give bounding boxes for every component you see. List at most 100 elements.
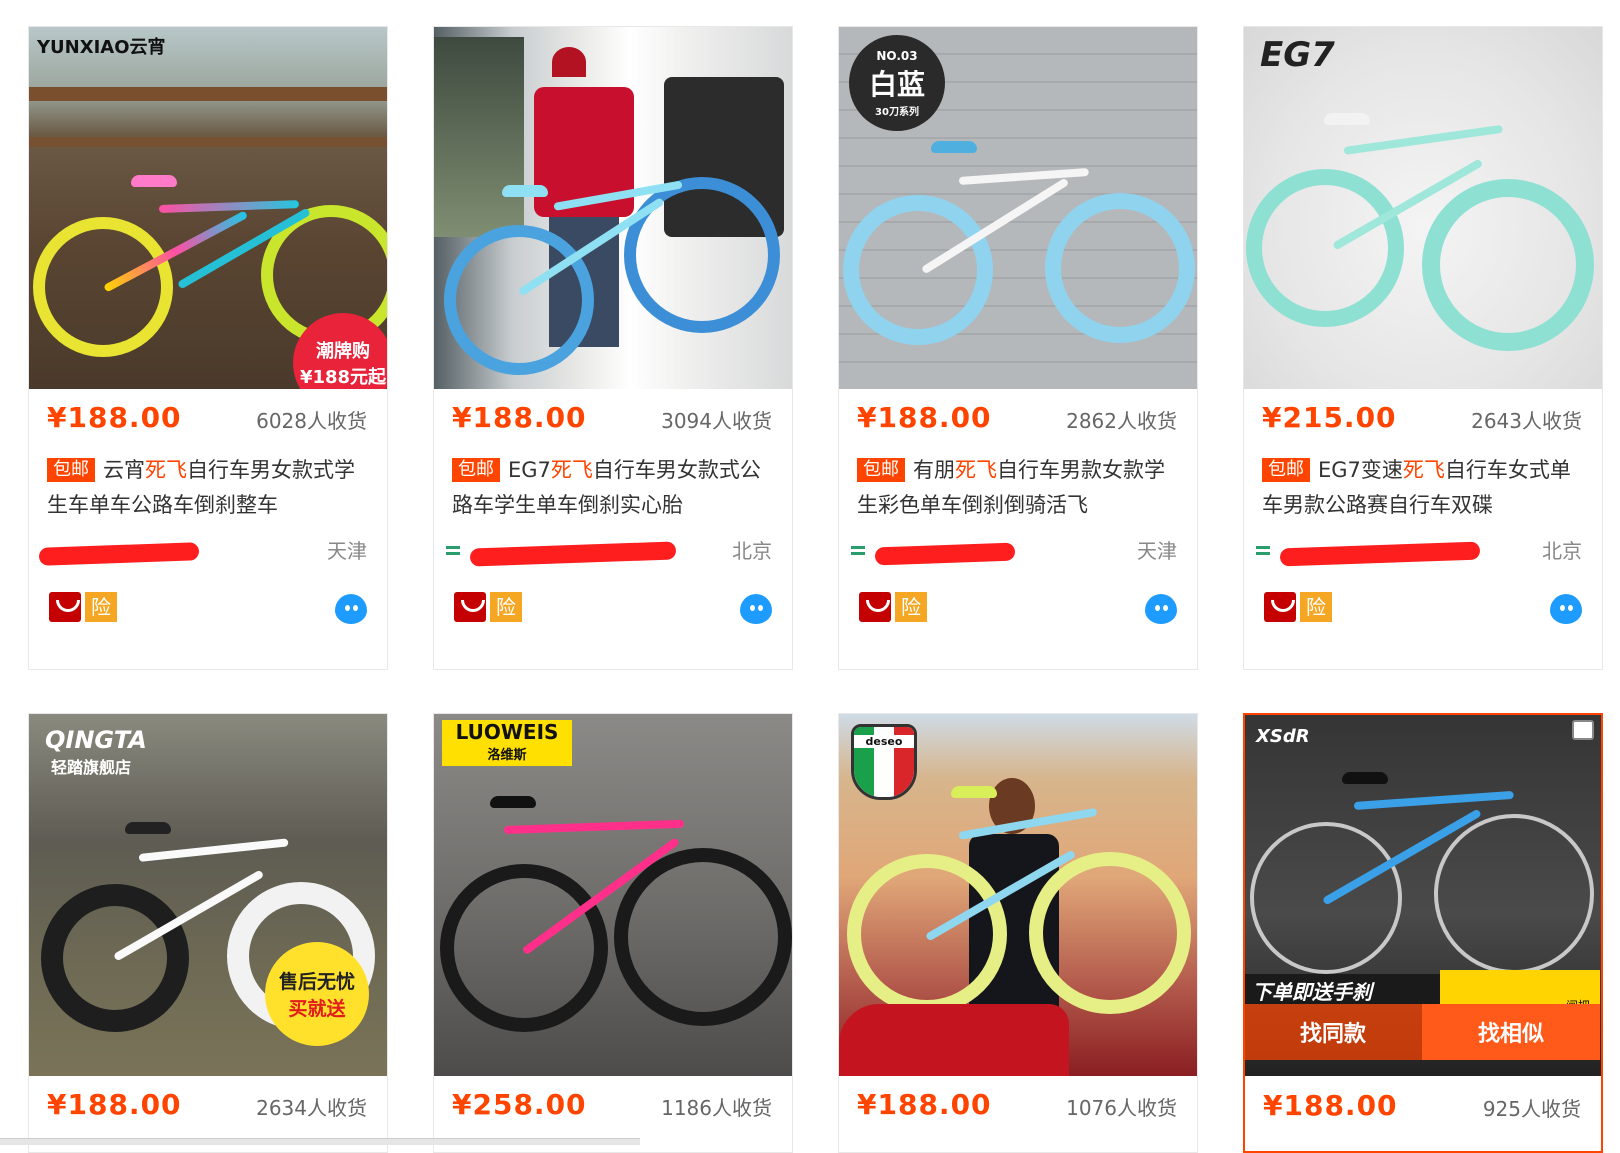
price: ¥188.00 bbox=[857, 1088, 992, 1121]
product-image[interactable]: deseo bbox=[839, 714, 1197, 1076]
wangwang-chat-icon[interactable] bbox=[335, 594, 367, 624]
brand-shield: deseo bbox=[851, 724, 917, 800]
free-shipping-tag: 包邮 bbox=[47, 458, 95, 482]
redaction-scribble bbox=[1279, 541, 1481, 567]
brand-logo: deseo bbox=[854, 735, 914, 748]
product-title[interactable]: 包邮 EG7变速死飞自行车女式单车男款公路赛自行车双碟 bbox=[1262, 453, 1586, 523]
product-image[interactable]: YUNXIAO云宵 潮牌购 ¥188元起 bbox=[29, 27, 387, 389]
shop-name[interactable] bbox=[1250, 533, 1481, 567]
tmall-icon[interactable] bbox=[49, 592, 81, 622]
brand-subtitle: 轻踏旗舰店 bbox=[51, 758, 132, 777]
sales-count: 6028人收货 bbox=[256, 409, 367, 433]
price: ¥215.00 bbox=[1262, 401, 1397, 434]
frame-tube bbox=[503, 819, 685, 834]
wangwang-chat-icon[interactable] bbox=[740, 594, 772, 624]
product-title[interactable]: 包邮 EG7死飞自行车男女款式公路车学生单车倒刹实心胎 bbox=[452, 453, 776, 523]
front-wheel bbox=[843, 195, 993, 345]
price: ¥188.00 bbox=[1263, 1089, 1398, 1122]
wangwang-chat-icon[interactable] bbox=[1145, 594, 1177, 624]
compare-icon[interactable] bbox=[1572, 720, 1594, 740]
insurance-icon[interactable]: 险 bbox=[85, 592, 117, 622]
bike-seat bbox=[131, 175, 177, 187]
frame-tube bbox=[1353, 790, 1514, 810]
rear-wheel bbox=[1029, 852, 1191, 1014]
product-card-hovered[interactable]: XSdR 下单即送手刹 闸把 找同款 找相似 ¥188.00 925人收货 bbox=[1243, 713, 1603, 1153]
sales-count: 2643人收货 bbox=[1471, 409, 1582, 433]
price: ¥188.00 bbox=[857, 401, 992, 434]
front-wheel bbox=[33, 217, 173, 357]
tmall-icon[interactable] bbox=[454, 592, 486, 622]
insurance-icon[interactable]: 险 bbox=[490, 592, 522, 622]
shop-name[interactable] bbox=[440, 533, 677, 567]
product-image[interactable]: NO.03 白蓝 30刀系列 bbox=[839, 27, 1197, 389]
brand-subtitle: 洛维斯 bbox=[487, 748, 527, 763]
shop-window bbox=[434, 37, 524, 237]
hover-action-bar: 找同款 找相似 bbox=[1245, 1004, 1600, 1060]
product-card[interactable]: ¥188.00 3094人收货 包邮 EG7死飞自行车男女款式公路车学生单车倒刹实… bbox=[433, 26, 793, 670]
rear-wheel bbox=[1434, 814, 1594, 974]
free-shipping-tag: 包邮 bbox=[452, 458, 500, 482]
price: ¥188.00 bbox=[47, 401, 182, 434]
price: ¥188.00 bbox=[47, 1088, 182, 1121]
frame-tube bbox=[158, 200, 300, 213]
bike-seat bbox=[1324, 113, 1370, 125]
brand-logo: XSdR bbox=[1256, 726, 1310, 747]
sales-count: 2634人收货 bbox=[256, 1096, 367, 1120]
rear-wheel bbox=[624, 177, 780, 333]
wangwang-chat-icon[interactable] bbox=[1550, 594, 1582, 624]
bike-seat bbox=[502, 185, 548, 197]
sales-count: 1186人收货 bbox=[661, 1096, 772, 1120]
brand-logo: LUOWEIS bbox=[455, 720, 559, 744]
tmall-icon[interactable] bbox=[1264, 592, 1296, 622]
product-image[interactable]: LUOWEIS 洛维斯 bbox=[434, 714, 792, 1076]
product-card[interactable]: NO.03 白蓝 30刀系列 ¥188.00 2862人收货 包邮 有朋死飞自行车… bbox=[838, 26, 1198, 670]
bike-seat bbox=[951, 786, 997, 798]
product-card[interactable]: EG7 ¥215.00 2643人收货 包邮 EG7变速死飞自行车女式单车男款公路… bbox=[1243, 26, 1603, 670]
location: 北京 bbox=[732, 539, 772, 563]
person-cap bbox=[552, 47, 586, 77]
product-card[interactable]: YUNXIAO云宵 潮牌购 ¥188元起 ¥188.00 6028人收货 包邮云… bbox=[28, 26, 388, 670]
bike-seat bbox=[1342, 772, 1388, 784]
redaction-scribble bbox=[38, 542, 200, 566]
find-similar-button[interactable]: 找相似 bbox=[1422, 1004, 1600, 1060]
frame-tube bbox=[1343, 124, 1503, 155]
front-wheel bbox=[444, 225, 594, 375]
product-card[interactable]: LUOWEIS 洛维斯 ¥258.00 1186人收货 bbox=[433, 713, 793, 1153]
product-title[interactable]: 包邮 有朋死飞自行车男款女款学生彩色单车倒刹倒骑活飞 bbox=[857, 453, 1181, 523]
railing bbox=[29, 87, 387, 101]
product-card[interactable]: QINGTA 轻踏旗舰店 售后无忧 买就送 ¥188.00 2634人收货 bbox=[28, 713, 388, 1153]
find-same-button[interactable]: 找同款 bbox=[1245, 1004, 1422, 1060]
brand-logo: YUNXIAO云宵 bbox=[37, 37, 166, 58]
rear-wheel bbox=[1045, 193, 1195, 343]
location: 北京 bbox=[1542, 539, 1582, 563]
product-title[interactable]: 包邮 云宵死飞自行车男女款式学生车单车公路车倒刹整车 bbox=[47, 453, 371, 523]
brand-plate: LUOWEIS 洛维斯 bbox=[442, 720, 572, 766]
insurance-icon[interactable]: 险 bbox=[895, 592, 927, 622]
insurance-icon[interactable]: 险 bbox=[1300, 592, 1332, 622]
rear-wheel bbox=[614, 848, 792, 1026]
product-image[interactable] bbox=[434, 27, 792, 389]
product-image[interactable]: EG7 bbox=[1244, 27, 1602, 389]
series-badge: NO.03 白蓝 30刀系列 bbox=[849, 35, 945, 131]
product-image[interactable]: QINGTA 轻踏旗舰店 售后无忧 买就送 bbox=[29, 714, 387, 1076]
car bbox=[839, 1004, 1069, 1076]
redaction-scribble bbox=[874, 542, 1016, 566]
product-card[interactable]: deseo ¥188.00 1076人收货 bbox=[838, 713, 1198, 1153]
location: 天津 bbox=[327, 539, 367, 563]
bike-seat bbox=[125, 822, 171, 834]
tmall-icon[interactable] bbox=[859, 592, 891, 622]
location: 天津 bbox=[1137, 539, 1177, 563]
sales-count: 3094人收货 bbox=[661, 409, 772, 433]
price: ¥188.00 bbox=[452, 401, 587, 434]
promo-text: 下单即送手刹 bbox=[1252, 980, 1372, 1004]
free-shipping-tag: 包邮 bbox=[857, 458, 905, 482]
railing bbox=[29, 137, 387, 147]
bike-seat bbox=[931, 141, 977, 153]
product-image[interactable]: XSdR 下单即送手刹 闸把 找同款 找相似 bbox=[1245, 715, 1601, 1076]
shop-name[interactable] bbox=[35, 533, 205, 567]
frame-tube bbox=[958, 167, 1089, 185]
sales-count: 1076人收货 bbox=[1066, 1096, 1177, 1120]
shop-name[interactable] bbox=[845, 533, 1016, 567]
redaction-scribble bbox=[469, 541, 677, 567]
promo-badge: 售后无忧 买就送 bbox=[265, 942, 369, 1046]
